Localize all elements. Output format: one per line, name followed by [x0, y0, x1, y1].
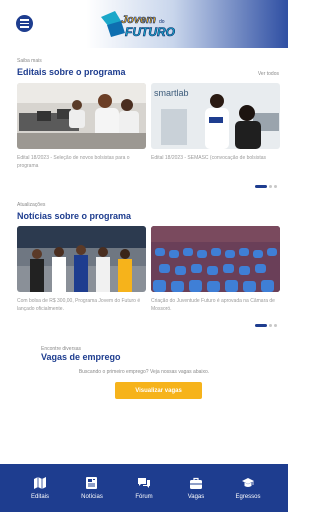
- editais-carousel-dots[interactable]: [255, 185, 277, 188]
- editais-small-label: Saiba mais: [17, 58, 42, 64]
- chat-icon: [138, 478, 150, 488]
- svg-text:smartlab: smartlab: [154, 88, 189, 98]
- nav-item-egressos[interactable]: Egressos: [228, 476, 268, 500]
- nav-label-forum: Fórum: [135, 494, 153, 500]
- noticia-image-1: [17, 226, 146, 292]
- noticias-small-label: Atualizações: [17, 202, 46, 208]
- menu-icon[interactable]: [16, 15, 33, 32]
- logo: Jovem do FUTURO: [101, 11, 176, 38]
- nav-label-editais: Editais: [30, 494, 49, 500]
- see-all-link[interactable]: Ver todos: [258, 71, 279, 77]
- edital-image-1: [17, 83, 146, 149]
- edital-caption-2: Edital 18/2023 - SEMASC (convocação de b…: [151, 155, 267, 161]
- graduation-cap-icon: [242, 478, 254, 487]
- noticia-card-2[interactable]: Criação do Juventude Futuro é aprovada n…: [151, 226, 280, 313]
- nav-item-vagas[interactable]: Vagas: [176, 476, 216, 500]
- vagas-title: Vagas de emprego: [41, 352, 121, 362]
- editais-title: Editais sobre o programa: [17, 67, 126, 77]
- noticia-caption-2: Criação do Juventude Futuro é aprovada n…: [151, 298, 275, 312]
- noticia-caption-1: Com bolsa de R$ 300,00, Programa Jovem d…: [17, 298, 141, 312]
- briefcase-icon: [190, 477, 202, 489]
- nav-item-noticias[interactable]: Notícias: [72, 476, 112, 500]
- edital-card-1[interactable]: Edital 18/2023 - Seleção de novos bolsis…: [17, 83, 146, 170]
- edital-card-2[interactable]: smartlab Edital 18/2023 - SEMASC (convoc…: [151, 83, 280, 163]
- svg-text:FUTURO: FUTURO: [125, 25, 176, 38]
- map-icon: [34, 477, 46, 489]
- edital-caption-1: Edital 18/2023 - Seleção de novos bolsis…: [17, 155, 130, 169]
- noticia-image-2: [151, 226, 280, 292]
- view-jobs-button[interactable]: Visualizar vagas: [115, 382, 202, 399]
- noticias-title: Notícias sobre o programa: [17, 211, 132, 221]
- nav-item-editais[interactable]: Editais: [20, 476, 60, 500]
- app-header: Jovem do FUTURO: [0, 0, 288, 48]
- noticias-carousel-dots[interactable]: [255, 324, 277, 327]
- noticia-card-1[interactable]: Com bolsa de R$ 300,00, Programa Jovem d…: [17, 226, 146, 313]
- nav-label-egressos: Egressos: [235, 494, 261, 500]
- nav-label-noticias: Notícias: [81, 494, 103, 500]
- newspaper-icon: [86, 477, 97, 489]
- bottom-nav: Editais Notícias Fórum Vagas Egressos: [0, 464, 288, 512]
- vagas-description: Buscando o primeiro emprego? Veja nossas…: [78, 369, 210, 375]
- edital-image-2: smartlab: [151, 83, 280, 149]
- nav-label-vagas: Vagas: [187, 494, 205, 500]
- nav-item-forum[interactable]: Fórum: [124, 476, 164, 500]
